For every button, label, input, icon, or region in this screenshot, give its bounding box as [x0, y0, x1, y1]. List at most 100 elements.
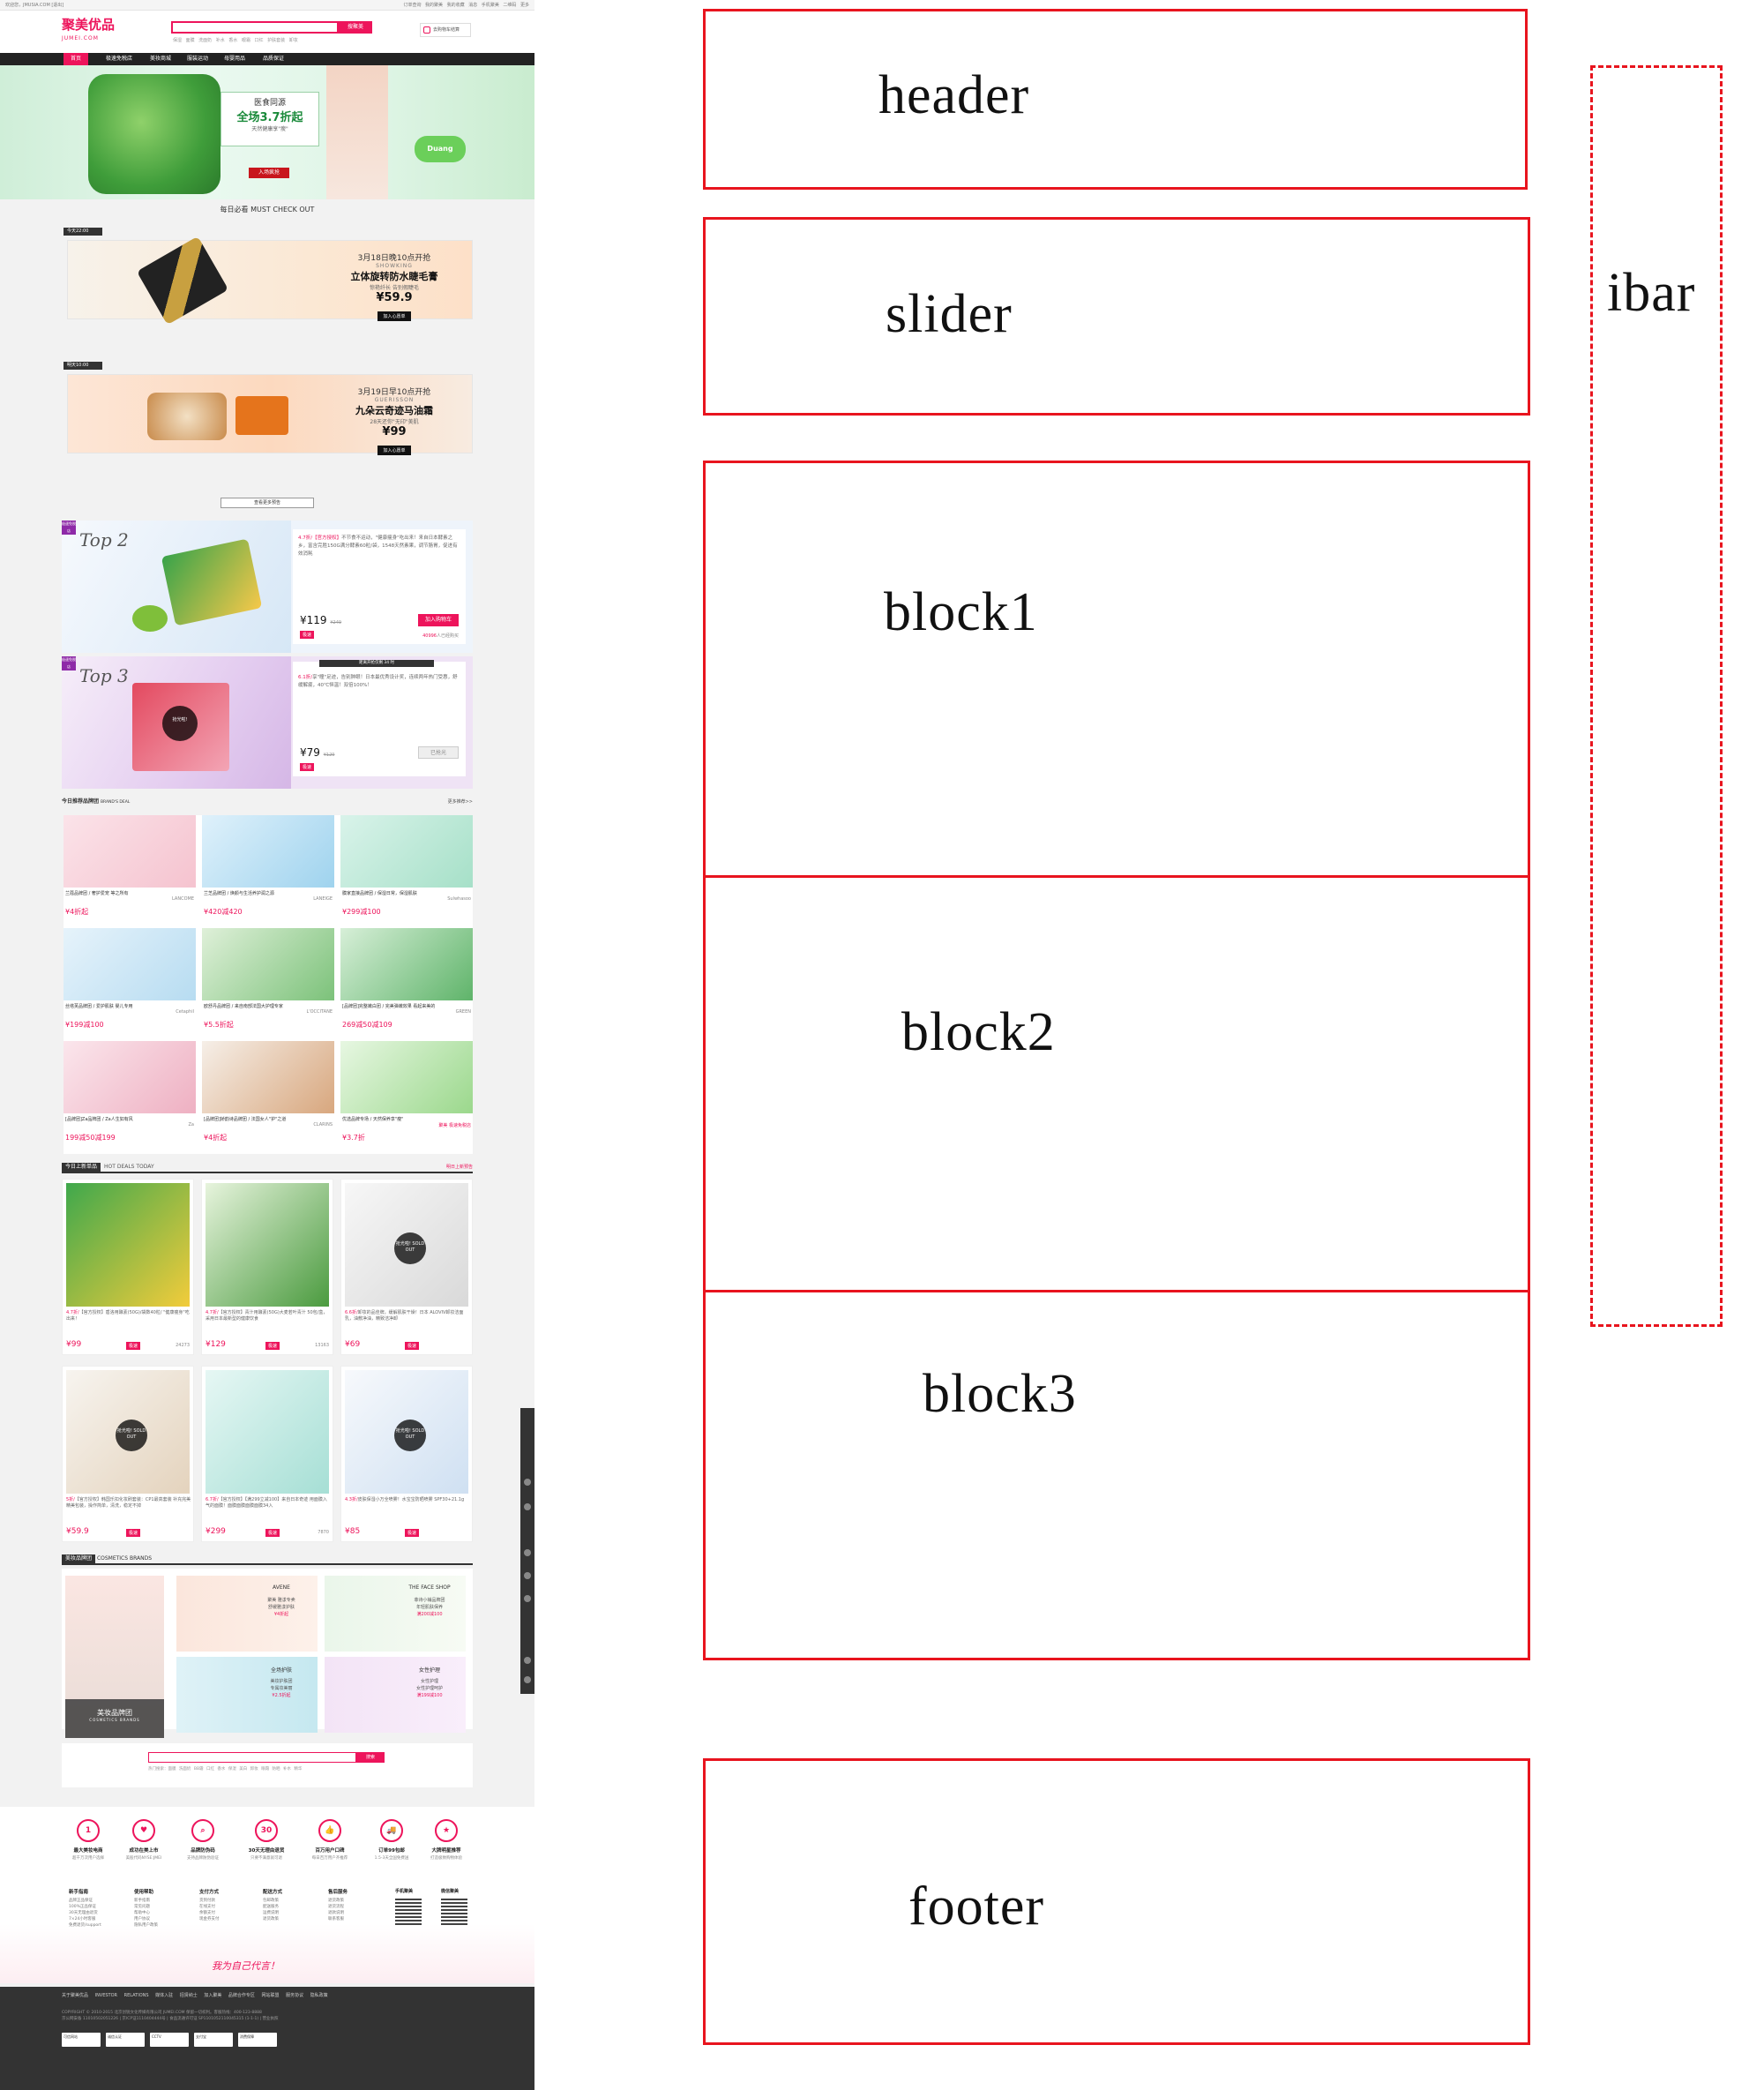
ibar-region: ibar	[1590, 65, 1723, 1327]
coupon-icon[interactable]	[524, 1549, 531, 1556]
trust-badge[interactable]: 诚信认证	[106, 2033, 145, 2047]
brand-card[interactable]: [品牌团]娇韵诗品牌团 / 法国女人"护"之道 ¥4折起 CLARINS	[202, 1041, 334, 1147]
add-to-cart-button[interactable]: 加入购物车	[418, 614, 459, 626]
footer-link[interactable]: 7×24小时客服	[69, 1916, 131, 1922]
footer-link[interactable]: 退款说明	[328, 1910, 390, 1916]
footer-link[interactable]: 隐私用户政策	[134, 1922, 196, 1929]
brand-card[interactable]: 优选品牌专场 / 天然保养享"瘦" ¥3.7折 聚美 极速免税店	[340, 1041, 473, 1147]
cosmetics-card[interactable]: THE FACE SHOP 菲诗小铺品牌团 年轻肌肤保养 满200减100	[325, 1576, 466, 1652]
right-toolbar[interactable]	[520, 1408, 534, 1694]
bottom-hot-words[interactable]: 热门搜索：面膜 洗面奶 BB霜 口红 香水 保湿 美白 卸妆 眼霜 防晒 补水 …	[148, 1766, 302, 1772]
footer-link[interactable]: 品牌正品保证	[69, 1898, 131, 1904]
footer-link[interactable]: 在线支付	[199, 1904, 261, 1910]
footer-link[interactable]: 现金券支付	[199, 1916, 261, 1922]
wishlist-button[interactable]: 加入心愿单	[377, 446, 411, 455]
hot-item[interactable]: 4.7折/【官方授权】青汁用酵素(50G)大麦若叶青汁 50包/盒，采用日本最新…	[201, 1179, 333, 1355]
brand-more-link[interactable]: 更多推荐>>	[448, 796, 473, 808]
banner-enter-button[interactable]: 入场疯抢	[249, 168, 289, 178]
footer-link[interactable]: 100%正品保证	[69, 1904, 131, 1910]
logo[interactable]: 聚美优品 JUMEI.COM	[62, 18, 115, 46]
footer-link[interactable]: 配送服务	[263, 1904, 325, 1910]
brand-card[interactable]: 欧舒丹品牌团 / 来自南部法国大护理专家 ¥5.5折起 L'OCCITANE	[202, 928, 334, 1034]
page-screenshot: 欢迎您，JMUSIA.COM [退出] 订单查询 我的聚美 我的收藏 消息 手机…	[0, 0, 534, 2090]
trust-badge[interactable]: 可信网站	[62, 2033, 101, 2047]
deal-banner[interactable]: 3月19日早10点开抢 GUERISSON 九朵云奇迹马油霜 28天还你"无印"…	[67, 374, 473, 455]
cosmetics-card[interactable]: AVENE 聚美 雅漾专卖 舒缓雅漾护肤 ¥4折起	[176, 1576, 318, 1652]
daily-title: 每日必看 MUST CHECK OUT	[220, 206, 315, 213]
brand-card[interactable]: [品牌团]Za品牌团 / Za人生如有风 199减50减199 Za	[64, 1041, 196, 1147]
hot-item[interactable]: 4.7折/【官方授权】盾洛用酵素(50G)/袋数40粒/ "健康瘦身"吃出来！ …	[62, 1179, 194, 1355]
footer-link[interactable]: 帮助中心	[134, 1910, 196, 1916]
qr-code-icon[interactable]	[524, 1657, 531, 1664]
tomorrow-preview-link[interactable]: 明日上新预告	[446, 1163, 473, 1172]
footer-link[interactable]: 联系客服	[328, 1916, 390, 1922]
trust-badge[interactable]: 消费保障	[238, 2033, 277, 2047]
history-icon[interactable]	[524, 1595, 531, 1602]
top-links[interactable]: 订单查询 我的聚美 我的收藏 消息 手机聚美 二维码 更多	[403, 0, 529, 11]
back-to-top-icon[interactable]	[524, 1676, 531, 1683]
hot-search-words[interactable]: 保湿 面膜 洗面奶 补水 香水 眼霜 口红 护肤套装 卸妆	[173, 37, 298, 43]
footer-nav[interactable]: 关于聚美优品 INVESTOR RELATIONS 媒体入驻 招贤纳士 加入聚美…	[62, 1992, 328, 1998]
search-button[interactable]: 搜聚美	[339, 21, 372, 34]
footer-link[interactable]: 货到付款	[199, 1898, 261, 1904]
region-label: header	[878, 65, 1030, 125]
brand-card[interactable]: [品牌团]完整嫩白团 / 完美弹嫩效果 看起来美的 269减50减109 GREEN	[340, 928, 473, 1034]
deal-slogan: 28天还你"无印"美肌	[370, 419, 419, 425]
deal-time-tag: 明天10:00	[64, 362, 102, 370]
nav-fashion[interactable]: 服装运动	[180, 53, 215, 65]
nav-quality[interactable]: 品质保证	[256, 53, 291, 65]
more-preview-button[interactable]: 查看更多预告	[220, 498, 314, 508]
footer-link[interactable]: 退货流程	[328, 1904, 390, 1910]
top-item[interactable]: 极速免税店 Top 3 抢光啦! 距离开抢仅剩 34 时 6.1折/享"瞳"足迹…	[62, 656, 473, 789]
nav-dutyfree[interactable]: 极速免税店	[99, 53, 139, 65]
trust-badge[interactable]: CCTV	[150, 2033, 189, 2047]
product-info: 距离开抢仅剩 34 时 6.1折/享"瞳"足迹，告别肿眼！日本最优秀设计奖，连续…	[293, 660, 466, 776]
hot-item[interactable]: 抢光啦! SOLD OUT 6.6折/卸妆的品佳牌，缓解肌肤干燥！日本 ALOV…	[340, 1179, 473, 1355]
banner-slider[interactable]: 医食同源 全场3.7折起 天然健康享"瘦" 入场疯抢 Duang	[0, 65, 534, 199]
deal-banner[interactable]: 3月18日晚10点开抢 SHOWKING 立体旋转防水睫毛膏 惊艳纤长 告别假睫…	[67, 236, 473, 326]
nav-home[interactable]: 首页	[64, 53, 89, 65]
cart-button[interactable]: 去购物车结算	[420, 23, 471, 37]
footer-link[interactable]: 运费说明	[263, 1910, 325, 1916]
hot-item[interactable]: 6.7折/【官方授权】【满299立减100】来自日本奇迹 用面膜入气的面膜！面膜…	[201, 1366, 333, 1542]
footer-link[interactable]: 免费退货/support	[69, 1922, 131, 1929]
nav-beauty[interactable]: 美妆商城	[143, 53, 178, 65]
hot-item[interactable]: 抢光啦! SOLD OUT 4.3折/皮肤保湿小万全喷雾！水宝宝防晒喷雾 SPF…	[340, 1366, 473, 1542]
cosmetics-feature[interactable]: 美妆品牌团 COSMETICS BRANDS	[65, 1576, 164, 1738]
footer-link[interactable]: 用户协议	[134, 1916, 196, 1922]
user-icon[interactable]	[524, 1479, 531, 1486]
banner-duang-badge: Duang	[415, 136, 466, 162]
heart-icon[interactable]	[524, 1572, 531, 1579]
site-header: 聚美优品 JUMEI.COM 搜聚美 保湿 面膜 洗面奶 补水 香水 眼霜 口红 …	[0, 11, 534, 53]
link-column: 配送方式 包邮政策 配送服务 运费说明 退货政策	[263, 1888, 325, 1922]
search-input[interactable]	[171, 21, 339, 34]
brand-card[interactable]: 兰芝品牌团 / 焕颜与生活养护润之源 ¥420减420 LANEIGE	[202, 815, 334, 921]
wishlist-button[interactable]: 加入心愿单	[377, 311, 411, 321]
footer-link[interactable]: 退货政策	[263, 1916, 325, 1922]
footer-link[interactable]: 新手指南	[134, 1898, 196, 1904]
sold-out-button[interactable]: 已抢光	[418, 746, 459, 759]
top-item[interactable]: 极速免税店 Top 2 4.7折/【官方授权】不节食不运动，"健康瘦身"吃出来！…	[62, 521, 473, 653]
brand-card[interactable]: 丝塔芙品牌团 / 爱护肌肤 婴儿专用 ¥199减100 Cetaphil	[64, 928, 196, 1034]
hot-item[interactable]: 抢光啦! SOLD OUT 5折/【官方授权】韩国乐扣化妆刷套装：CP1最高套装…	[62, 1366, 194, 1542]
banner-promo-box: 医食同源 全场3.7折起 天然健康享"瘦"	[220, 92, 319, 146]
rank-label: Top 2	[79, 529, 129, 551]
footer-link[interactable]: 30天无理由退货	[69, 1910, 131, 1916]
footer-link[interactable]: 包邮政策	[263, 1898, 325, 1904]
trust-badge[interactable]: 支付宝	[194, 2033, 233, 2047]
footer-link[interactable]: 常见问题	[134, 1904, 196, 1910]
bottom-search-button[interactable]: 搜索	[356, 1752, 385, 1763]
product-image: 极速免税店 Top 3 抢光啦!	[62, 656, 291, 789]
cosmetics-card[interactable]: 女性护理 女性护理 女性护理呵护 满199减100	[325, 1657, 466, 1733]
cart-icon[interactable]	[524, 1503, 531, 1510]
footer-link[interactable]: 退货政策	[328, 1898, 390, 1904]
block1-region: block1	[703, 461, 1530, 878]
bottom-search-input[interactable]	[148, 1752, 356, 1763]
brand-card[interactable]: 兰蔻品牌团 / 奢护爱宠 等之所有 ¥4折起 LANCOME	[64, 815, 196, 921]
nav-baby[interactable]: 母婴用品	[217, 53, 252, 65]
cosmetics-card[interactable]: 全场护肤 美妆护肤团 专属妆美丽 ¥2.5折起	[176, 1657, 318, 1733]
footer-link[interactable]: 余额支付	[199, 1910, 261, 1916]
qr-code-icon	[441, 1899, 467, 1925]
site-footer: 关于聚美优品 INVESTOR RELATIONS 媒体入驻 招贤纳士 加入聚美…	[0, 1987, 534, 2090]
brand-card[interactable]: 膜家直接品牌团 / 保湿日常，保湿肌肤 ¥299减100 Sulwhasoo	[340, 815, 473, 921]
